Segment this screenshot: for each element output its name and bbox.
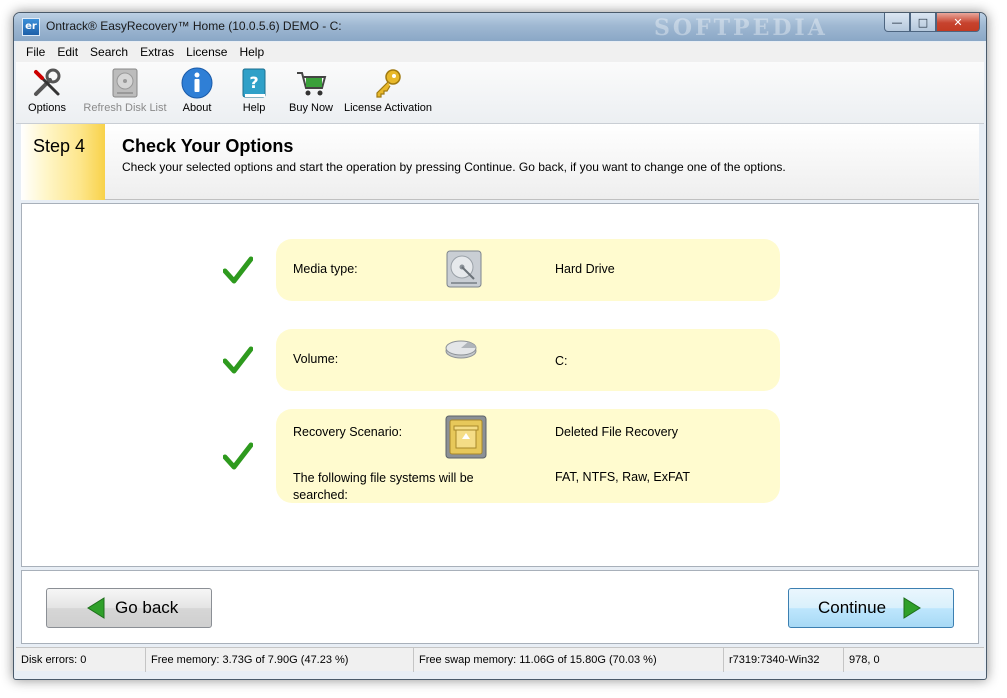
- continue-button[interactable]: Continue: [788, 588, 954, 628]
- buy-now-label: Buy Now: [288, 102, 334, 114]
- status-build: r7319:7340-Win32: [724, 648, 844, 672]
- close-button[interactable]: ✕: [936, 13, 980, 32]
- menu-license[interactable]: License: [186, 45, 227, 59]
- app-logo-icon: er: [22, 18, 40, 36]
- maximize-button[interactable]: □: [910, 13, 936, 32]
- recycle-drive-icon: [445, 415, 487, 459]
- info-icon: [180, 66, 214, 100]
- refresh-disk-list-label: Refresh Disk List: [83, 102, 167, 114]
- svg-text:?: ?: [249, 73, 258, 92]
- step-title: Check Your Options: [122, 136, 294, 156]
- app-window: er Ontrack® EasyRecovery™ Home (10.0.5.6…: [13, 12, 987, 680]
- check-icon: [223, 442, 253, 470]
- status-disk-errors: Disk errors: 0: [16, 648, 146, 672]
- menu-bar: File Edit Search Extras License Help: [16, 42, 984, 62]
- license-activation-label: License Activation: [343, 102, 433, 114]
- check-icon: [223, 256, 253, 284]
- media-type-label: Media type:: [293, 262, 358, 276]
- help-button[interactable]: ? Help: [234, 66, 274, 114]
- option-card-recovery-scenario: Recovery Scenario: Deleted File Recovery…: [276, 409, 780, 503]
- option-card-media-type: Media type: Hard Drive: [276, 239, 780, 301]
- window-controls: — □ ✕: [884, 13, 980, 33]
- status-coords: 978, 0: [849, 654, 880, 666]
- options-label: Options: [28, 102, 66, 114]
- menu-extras[interactable]: Extras: [140, 45, 174, 59]
- arrow-right-icon: [903, 597, 921, 619]
- file-systems-value: FAT, NTFS, Raw, ExFAT: [555, 470, 690, 484]
- hard-disk-icon: [108, 66, 142, 100]
- help-book-icon: ?: [237, 66, 271, 100]
- recovery-scenario-label: Recovery Scenario:: [293, 425, 403, 439]
- watermark: SOFTPEDIA: [654, 15, 828, 41]
- toolbar: Options Refresh Disk List About ? Help B…: [16, 62, 984, 124]
- volume-label: Volume:: [293, 352, 339, 366]
- buy-now-button[interactable]: Buy Now: [286, 66, 336, 114]
- options-button[interactable]: Options: [24, 66, 70, 114]
- continue-label: Continue: [818, 598, 887, 617]
- refresh-disk-list-button[interactable]: Refresh Disk List: [80, 66, 170, 114]
- window-title: Ontrack® EasyRecovery™ Home (10.0.5.6) D…: [46, 19, 342, 33]
- step-subtitle: Check your selected options and start th…: [122, 160, 786, 174]
- status-bar: Disk errors: 0 Free memory: 3.73G of 7.9…: [16, 647, 984, 672]
- recovery-scenario-value: Deleted File Recovery: [555, 425, 678, 439]
- menu-search[interactable]: Search: [90, 45, 128, 59]
- menu-help[interactable]: Help: [239, 45, 264, 59]
- step-header: Step 4 Check Your Options Check your sel…: [21, 124, 979, 200]
- file-systems-label: The following file systems will be searc…: [293, 471, 474, 502]
- tools-icon: [30, 66, 64, 100]
- volume-icon: [445, 340, 477, 359]
- minimize-button[interactable]: —: [884, 13, 910, 32]
- title-bar[interactable]: er Ontrack® EasyRecovery™ Home (10.0.5.6…: [14, 13, 986, 41]
- about-button[interactable]: About: [176, 66, 218, 114]
- hard-drive-icon: [446, 250, 482, 288]
- license-activation-button[interactable]: License Activation: [342, 66, 434, 114]
- media-type-value: Hard Drive: [555, 262, 615, 276]
- help-label: Help: [242, 102, 266, 114]
- option-card-volume: Volume: C:: [276, 329, 780, 391]
- volume-value: C:: [555, 354, 568, 368]
- step-badge: Step 4: [21, 124, 105, 200]
- go-back-label: Go back: [115, 598, 179, 617]
- arrow-left-icon: [87, 597, 105, 619]
- go-back-button[interactable]: Go back: [46, 588, 212, 628]
- status-free-swap: Free swap memory: 11.06G of 15.80G (70.0…: [414, 648, 724, 672]
- shopping-cart-icon: [294, 66, 328, 100]
- menu-edit[interactable]: Edit: [57, 45, 78, 59]
- navigation-area: Go back Continue: [21, 570, 979, 644]
- check-icon: [223, 346, 253, 374]
- menu-file[interactable]: File: [26, 45, 45, 59]
- options-summary-panel: Media type: Hard Drive Volume: C: Recove…: [21, 203, 979, 567]
- status-free-memory: Free memory: 3.73G of 7.90G (47.23 %): [146, 648, 414, 672]
- about-label: About: [182, 102, 212, 114]
- key-icon: [371, 66, 405, 100]
- step-number: Step 4: [33, 136, 86, 156]
